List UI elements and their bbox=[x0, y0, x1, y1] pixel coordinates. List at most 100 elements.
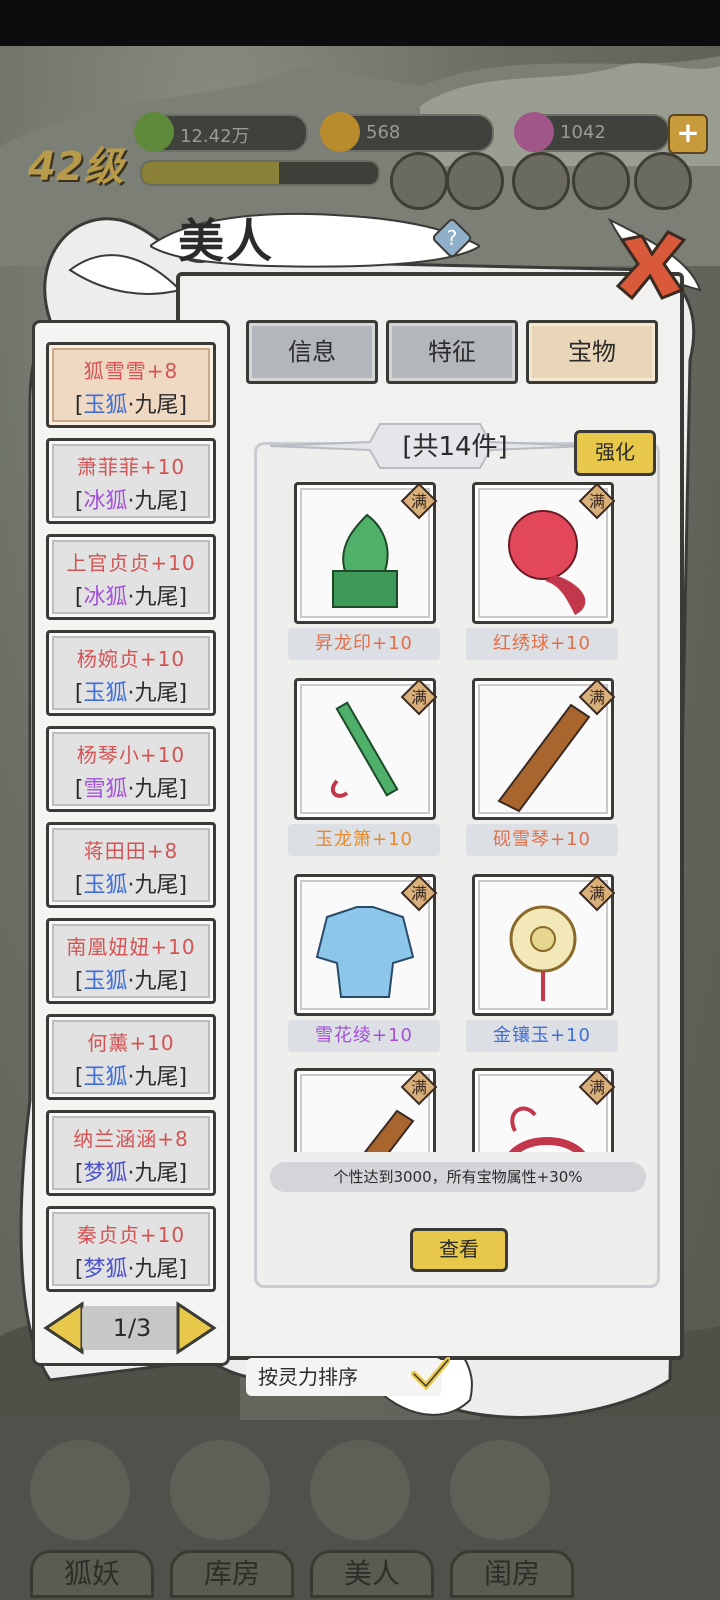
exp-bar bbox=[140, 160, 380, 186]
bracket-close: ] bbox=[178, 681, 188, 706]
gold-coin-icon bbox=[320, 112, 360, 152]
bracket-close: ] bbox=[178, 585, 188, 610]
max-level-icon: 满 bbox=[400, 482, 438, 520]
max-level-icon: 满 bbox=[400, 874, 438, 912]
tab-traits[interactable]: 特征 bbox=[386, 320, 518, 384]
bracket-close: ] bbox=[178, 489, 188, 514]
view-button[interactable]: 查看 bbox=[410, 1228, 508, 1272]
max-level-icon: 满 bbox=[400, 1068, 438, 1106]
gold-resource: 568 bbox=[320, 112, 494, 152]
tail-rank: ·九尾 bbox=[127, 489, 179, 514]
page-title: 美人 bbox=[178, 214, 274, 268]
beauty-name: 狐雪雪+8 bbox=[83, 359, 179, 383]
beauty-type: [冰狐·九尾] bbox=[49, 579, 213, 611]
beauty-name: 上官贞贞+10 bbox=[66, 551, 196, 575]
nav-storehouse[interactable]: 库房 bbox=[170, 1550, 294, 1598]
fox-kind: 梦狐 bbox=[83, 1257, 128, 1282]
help-icon[interactable]: ? bbox=[432, 218, 472, 258]
svg-text:满: 满 bbox=[589, 1078, 605, 1097]
page-indicator: 1/3 bbox=[82, 1306, 182, 1350]
spirit-icon bbox=[134, 112, 174, 152]
add-gems-button[interactable]: + bbox=[668, 114, 708, 154]
bracket-close: ] bbox=[178, 1257, 188, 1282]
beauty-list-item[interactable]: 南凰妞妞+10 [玉狐·九尾] bbox=[46, 918, 216, 1004]
fox-kind: 冰狐 bbox=[83, 489, 128, 514]
tab-treasure[interactable]: 宝物 bbox=[526, 320, 658, 384]
beauty-type: [雪狐·九尾] bbox=[49, 771, 213, 803]
beauty-name: 杨琴小+10 bbox=[76, 743, 186, 767]
prev-page-icon[interactable] bbox=[42, 1300, 86, 1356]
bonus-description: 个性达到3000，所有宝物属性+30% bbox=[270, 1162, 646, 1192]
fox-kind: 冰狐 bbox=[83, 585, 128, 610]
fox-kind: 玉狐 bbox=[83, 681, 128, 706]
beauty-list-item[interactable]: 杨琴小+10 [雪狐·九尾] bbox=[46, 726, 216, 812]
bracket-close: ] bbox=[178, 969, 188, 994]
upgrade-button[interactable]: 强化 bbox=[574, 430, 656, 476]
fox-kind: 玉狐 bbox=[83, 1065, 128, 1090]
beauty-type: [冰狐·九尾] bbox=[49, 483, 213, 515]
beauty-name: 蒋田田+8 bbox=[83, 839, 179, 863]
treasure-name: 金镶玉+10 bbox=[466, 1020, 618, 1052]
treasure-card[interactable]: 满 bbox=[472, 482, 616, 624]
treasure-card[interactable]: 满 bbox=[294, 1068, 438, 1152]
treasure-card[interactable]: 满 bbox=[472, 1068, 616, 1152]
beauty-name: 杨婉贞+10 bbox=[76, 647, 186, 671]
close-icon[interactable] bbox=[612, 226, 690, 304]
svg-text:满: 满 bbox=[589, 492, 605, 511]
beauty-list-item[interactable]: 杨婉贞+10 [玉狐·九尾] bbox=[46, 630, 216, 716]
next-page-icon[interactable] bbox=[174, 1300, 218, 1356]
fox-kind: 梦狐 bbox=[83, 1161, 128, 1186]
status-bar bbox=[0, 0, 720, 46]
treasure-card[interactable]: 满 bbox=[472, 678, 616, 820]
max-level-icon: 满 bbox=[578, 1068, 616, 1106]
beauty-list-item[interactable]: 狐雪雪+8 [玉狐·九尾] bbox=[46, 342, 216, 428]
svg-text:满: 满 bbox=[589, 688, 605, 707]
beauty-list-item[interactable]: 何薰+10 [玉狐·九尾] bbox=[46, 1014, 216, 1100]
max-level-icon: 满 bbox=[578, 678, 616, 716]
treasure-card[interactable]: 满 bbox=[472, 874, 616, 1016]
beauty-name: 何薰+10 bbox=[87, 1031, 175, 1055]
nav-fox-demon[interactable]: 狐妖 bbox=[30, 1550, 154, 1598]
beauty-name: 秦贞贞+10 bbox=[76, 1223, 186, 1247]
treasure-card[interactable]: 满 bbox=[294, 678, 438, 820]
treasure-name: 红绣球+10 bbox=[466, 628, 618, 660]
beauty-list-item[interactable]: 萧菲菲+10 [冰狐·九尾] bbox=[46, 438, 216, 524]
tail-rank: ·九尾 bbox=[127, 1161, 179, 1186]
gem-icon bbox=[514, 112, 554, 152]
beauty-list-item[interactable]: 蒋田田+8 [玉狐·九尾] bbox=[46, 822, 216, 908]
beauty-type: [玉狐·九尾] bbox=[49, 387, 213, 419]
beauty-list-item[interactable]: 秦贞贞+10 [梦狐·九尾] bbox=[46, 1206, 216, 1292]
gem-value: 1042 bbox=[560, 122, 606, 143]
tail-rank: ·九尾 bbox=[127, 681, 179, 706]
svg-text:满: 满 bbox=[411, 688, 427, 707]
checkmark-icon[interactable] bbox=[410, 1356, 450, 1392]
gem-resource: 1042 bbox=[514, 112, 670, 152]
page-number: 1/3 bbox=[112, 1314, 152, 1342]
beauty-name: 纳兰涵涵+8 bbox=[73, 1127, 189, 1151]
treasure-card[interactable]: 满 bbox=[294, 874, 438, 1016]
beauty-name: 萧菲菲+10 bbox=[76, 455, 186, 479]
tail-rank: ·九尾 bbox=[127, 777, 179, 802]
fox-kind: 雪狐 bbox=[83, 777, 128, 802]
spirit-value: 12.42万 bbox=[180, 126, 250, 147]
beauty-list-item[interactable]: 纳兰涵涵+8 [梦狐·九尾] bbox=[46, 1110, 216, 1196]
exp-fill bbox=[142, 162, 279, 184]
treasure-row-partial: 满 满 bbox=[290, 1068, 630, 1152]
max-level-icon: 满 bbox=[578, 482, 616, 520]
beauty-list-item[interactable]: 上官贞贞+10 [冰狐·九尾] bbox=[46, 534, 216, 620]
beauty-type: [玉狐·九尾] bbox=[49, 675, 213, 707]
bracket-close: ] bbox=[178, 1161, 188, 1186]
tail-rank: ·九尾 bbox=[127, 393, 179, 418]
tab-info[interactable]: 信息 bbox=[246, 320, 378, 384]
svg-text:满: 满 bbox=[411, 1078, 427, 1097]
nav-boudoir[interactable]: 闺房 bbox=[450, 1550, 574, 1598]
treasure-name: 砚雪琴+10 bbox=[466, 824, 618, 856]
treasure-name: 雪花绫+10 bbox=[288, 1020, 440, 1052]
beauty-type: [梦狐·九尾] bbox=[49, 1251, 213, 1283]
bracket-close: ] bbox=[178, 873, 188, 898]
treasure-card[interactable]: 满 bbox=[294, 482, 438, 624]
nav-beauty[interactable]: 美人 bbox=[310, 1550, 434, 1598]
max-level-icon: 满 bbox=[578, 874, 616, 912]
gold-value: 568 bbox=[366, 122, 401, 143]
fox-kind: 玉狐 bbox=[83, 873, 128, 898]
